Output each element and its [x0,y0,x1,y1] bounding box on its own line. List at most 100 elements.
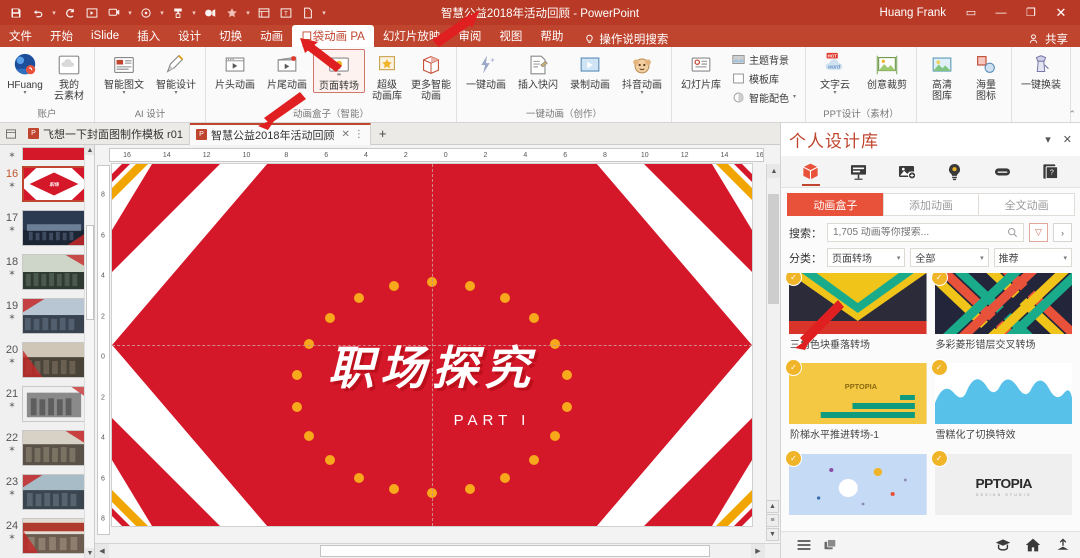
slide-thumbnail[interactable] [22,474,86,510]
slide-thumbnail[interactable] [22,298,86,334]
format-painter-icon[interactable] [168,3,188,23]
idea-bulb-icon[interactable] [939,157,969,187]
animation-card[interactable]: ✓ 雪糕化了切换特效 [931,360,1072,449]
category-select-scope[interactable]: 全部 ▾ [910,248,989,267]
chevron-down-icon[interactable]: ▾ [174,90,177,96]
slide-thumbnail[interactable] [22,518,86,554]
filter-icon[interactable]: ▽ [1029,223,1048,242]
animation-card[interactable]: ✓ [786,450,927,525]
upload-icon[interactable] [1055,537,1071,553]
maximize-button[interactable]: ❐ [1016,0,1046,25]
ribbon-button-super-animation-library[interactable]: 超级 动画库 [365,49,409,102]
user-account-name[interactable]: Huang Frank [880,7,946,19]
tab-review[interactable]: 审阅 [449,25,490,47]
slide-part-label[interactable]: PART I [112,412,752,429]
scroll-up-arrow[interactable]: ▲ [767,164,780,178]
tab-home[interactable]: 开始 [41,25,82,47]
scroll-down-small-button[interactable]: ▼ [766,528,779,541]
ribbon-button-hfuang[interactable]: HFuang ▾ [3,49,47,96]
ribbon-button-hd-image-library[interactable]: 高清 图库 [920,49,964,102]
slide-thumbnail[interactable] [22,254,86,290]
slide-thumbnail-row-18[interactable]: 18 ✶ [0,251,94,295]
slide-thumbnail-row-17[interactable]: 17 ✶ [0,207,94,251]
painter-dropdown-icon[interactable]: ▾ [190,9,198,17]
tab-file[interactable]: 文件 [0,25,41,47]
animation-thumbnail[interactable] [934,363,1072,425]
ribbon-button-icon-library[interactable]: 海量 图标 [964,49,1008,102]
slide-navigator-button[interactable]: ≡ [766,514,779,527]
chevron-down-icon[interactable]: ▾ [834,90,837,96]
ribbon-button-insert-flash[interactable]: 插入快闪 [512,49,564,91]
present-online-icon[interactable] [104,3,124,23]
collapse-ribbon-button[interactable]: ⌃ [1068,109,1076,120]
search-icon[interactable] [1007,227,1018,238]
category-select-type[interactable]: 页面转场 ▾ [827,248,906,267]
save-icon[interactable] [6,3,26,23]
record-icon[interactable] [200,3,220,23]
undo-icon[interactable] [28,3,48,23]
ribbon-button-vip[interactable]: VIP特权 [1074,49,1080,91]
next-page-icon[interactable]: › [1053,223,1072,242]
ribbon-button-smart-design[interactable]: 智能设计 ▾ [150,49,202,96]
tab-insert[interactable]: 插入 [128,25,169,47]
document-tab-inactive[interactable]: P 飞想一下封面图制作模板 r01 [22,122,190,145]
tab-islide[interactable]: iSlide [82,25,128,47]
ribbon-button-word-cloud[interactable]: HOT word 文字云 ▾ [809,49,861,96]
scroll-up-small-button[interactable]: ▲ [766,500,779,513]
animation-card[interactable]: ✓ 三角色块垂落转场 [786,273,927,359]
animation-card[interactable]: ✓ PPTOPIA 阶梯水平推进转场-1 [786,360,927,449]
image-add-icon[interactable] [892,157,922,187]
close-tab-icon[interactable]: ✕ [341,129,349,140]
animation-thumbnail[interactable] [789,453,927,515]
document-tab-active[interactable]: P 智慧公益2018年活动回顾 ✕ ⋮ [189,122,371,145]
animation-thumbnail[interactable] [789,273,927,334]
scroll-right-arrow[interactable]: ▶ [751,544,765,558]
ribbon-button-slide-library[interactable]: 幻灯片库 [675,49,727,91]
panel-minimize-icon[interactable]: ▾ [1045,133,1051,146]
chevron-down-icon[interactable]: ▾ [793,94,796,100]
ribbon-button-smart-text-image[interactable]: 智能图文 ▾ [98,49,150,96]
tab-view[interactable]: 视图 [490,25,531,47]
slide-thumbnail-panel[interactable]: ✶ 16 ✶ 职场 17 ✶ 18 ✶ 19 ✶ 20 ✶ 21 ✶ 22 ✶ … [0,145,95,558]
slide-title-text[interactable]: 职场探究 [112,332,752,398]
ribbon-button-intro-animation[interactable]: 片头动画 [209,49,261,91]
export-icon[interactable]: T [276,3,296,23]
slide-thumbnail-row-20[interactable]: 20 ✶ [0,339,94,383]
tab-slideshow[interactable]: 幻灯片放映 [374,25,450,47]
minimize-button[interactable]: — [986,0,1016,25]
ribbon-button-smart-color[interactable]: 智能配色 ▾ [729,88,800,107]
ribbon-button-one-click-animation[interactable]: 一键动画 [460,49,512,91]
chevron-down-icon[interactable]: ▾ [122,90,125,96]
share-button[interactable]: 共享 [1029,31,1080,47]
ribbon-button-page-transition[interactable]: 页面转场 [313,49,365,93]
editor-horizontal-scrollbar[interactable]: ◀ ▶ [95,543,780,558]
scroll-thumb[interactable] [320,545,710,557]
undo-dropdown-icon[interactable]: ▾ [50,9,58,17]
slide-thumbnail-row-21[interactable]: 21 ✶ [0,383,94,427]
scroll-up-arrow[interactable]: ▲ [85,145,94,155]
help-book-icon[interactable]: ? [1035,157,1065,187]
customize-qat-icon[interactable]: ▾ [320,9,328,17]
editor-vertical-scrollbar[interactable]: ▲ [766,164,780,536]
animation-card[interactable]: ✓ 多彩菱形错层交叉转场 [931,273,1072,359]
touch-dropdown-icon[interactable]: ▾ [158,9,166,17]
ribbon-button-more-smart-animation[interactable]: 更多智能 动画 [409,49,453,102]
tab-design[interactable]: 设计 [169,25,210,47]
slide-thumbnail-row-22[interactable]: 22 ✶ [0,427,94,471]
close-button[interactable]: ✕ [1046,0,1076,25]
start-from-beginning-icon[interactable] [82,3,102,23]
ribbon-button-template-library[interactable]: 模板库 [729,69,800,88]
storage-icon[interactable] [987,157,1017,187]
slide-thumbnail[interactable]: 职场 [22,166,86,202]
slide-thumbnail-row-19[interactable]: 19 ✶ [0,295,94,339]
animation-box-icon[interactable] [796,157,826,187]
tab-pocket-animation-pa[interactable]: 口袋动画 PA [292,25,374,47]
slide-thumbnail[interactable] [22,430,86,466]
slide-thumbnail[interactable] [22,210,86,246]
chevron-down-icon[interactable]: ▾ [640,90,643,96]
animation-card[interactable]: ✓ PPTOPIA DESIGN STUDIO [931,450,1072,525]
scroll-down-arrow[interactable]: ▼ [85,548,94,558]
tab-animation-box[interactable]: 动画盒子 [787,193,884,216]
category-select-sort[interactable]: 推荐 ▾ [993,248,1072,267]
tab-list-icon[interactable] [0,128,22,140]
